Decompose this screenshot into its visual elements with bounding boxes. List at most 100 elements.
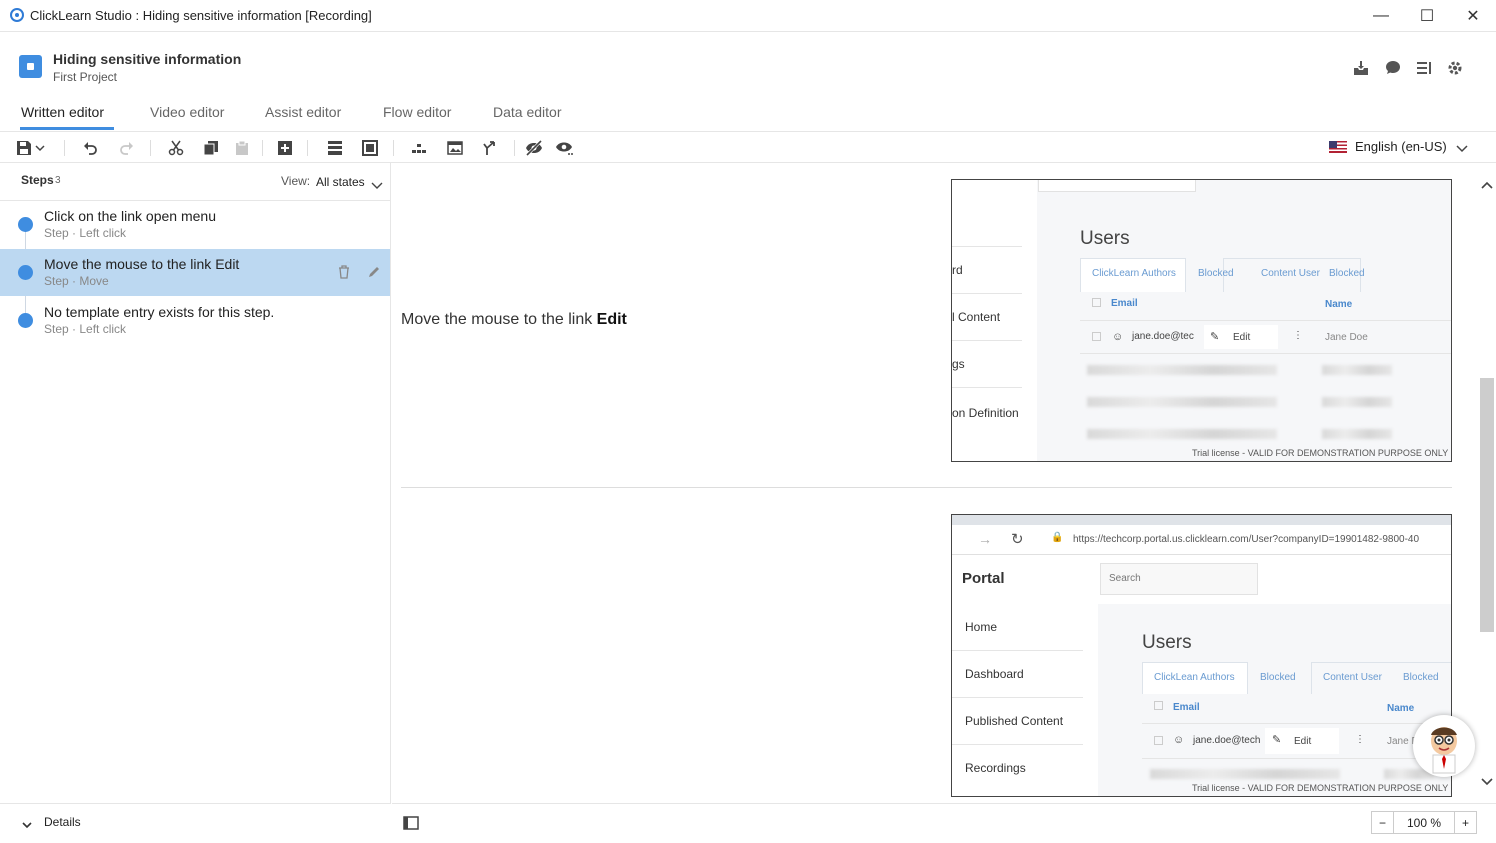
toolbar-separator (64, 140, 65, 156)
minimize-button[interactable]: — (1358, 0, 1404, 31)
language-label: English (en-US) (1355, 139, 1447, 154)
hierarchy-icon[interactable] (408, 137, 430, 159)
step-screenshot[interactable]: rd l Content gs on Definition Users Clic… (951, 179, 1452, 462)
tab-video-editor[interactable]: Video editor (150, 104, 224, 120)
gear-icon[interactable] (1445, 58, 1465, 78)
step-title: Move the mouse to the link Edit (44, 256, 240, 272)
blurred-row (1087, 365, 1277, 375)
panel-toggle-icon[interactable] (403, 816, 419, 833)
chevron-down-icon[interactable] (1455, 142, 1469, 157)
portal-brand: Portal (962, 570, 1005, 587)
instruction-bold-target: Edit (596, 311, 627, 328)
nav-item: rd (952, 263, 963, 277)
frame-icon[interactable] (359, 137, 381, 159)
undo-icon[interactable] (79, 137, 101, 159)
nav-item: l Content (952, 310, 1001, 324)
scroll-down-icon[interactable] (1480, 775, 1494, 790)
scrollbar-thumb[interactable] (1480, 378, 1494, 632)
edit-pencil-icon[interactable] (367, 265, 381, 282)
divider (952, 293, 1022, 294)
toolbar-separator (514, 140, 515, 156)
save-icon[interactable] (13, 137, 35, 159)
active-tab-indicator (20, 127, 114, 130)
close-button[interactable]: ✕ (1450, 0, 1496, 31)
step-subtitle: Step · Left click (44, 226, 127, 240)
tab-label: Blocked (1329, 268, 1365, 279)
nav-item: Dashboard (965, 667, 1024, 681)
us-flag-icon (1329, 140, 1347, 153)
screenshot-icon[interactable] (444, 137, 466, 159)
language-selector[interactable]: English (en-US) (1329, 139, 1447, 154)
zoom-out-button[interactable]: − (1372, 812, 1394, 833)
add-step-icon[interactable] (274, 137, 296, 159)
column-header-name: Name (1325, 299, 1353, 310)
divider (952, 387, 1022, 388)
step-title: No template entry exists for this step. (44, 304, 275, 320)
chat-icon[interactable] (1383, 58, 1403, 78)
divider (952, 246, 1022, 247)
hide-eye-icon[interactable] (523, 137, 545, 159)
tab-data-editor[interactable]: Data editor (493, 104, 561, 120)
delete-icon[interactable] (338, 265, 350, 282)
cut-icon[interactable] (165, 137, 187, 159)
zoom-in-button[interactable]: + (1454, 812, 1476, 833)
tab-written-editor[interactable]: Written editor (21, 104, 104, 120)
blurred-cell (1322, 429, 1392, 439)
divider (1142, 723, 1451, 724)
toolbar-separator (307, 140, 308, 156)
step-screenshot[interactable]: → ↻ 🔒 https://techcorp.portal.us.clickle… (951, 514, 1452, 797)
edit-link: Edit (1233, 332, 1251, 343)
list-icon[interactable] (1414, 58, 1434, 78)
step-layout-icon[interactable] (324, 137, 346, 159)
copy-icon[interactable] (200, 137, 222, 159)
title-bar: ClickLearn Studio : Hiding sensitive inf… (0, 0, 1496, 32)
step-divider (401, 487, 1452, 488)
search-placeholder: Search (1109, 573, 1141, 584)
screenshot-main (1037, 180, 1451, 461)
checkbox (1092, 298, 1101, 307)
zoom-value[interactable]: 100 % (1394, 816, 1454, 830)
blurred-cell (1322, 397, 1392, 407)
maximize-button[interactable]: ☐ (1404, 0, 1450, 31)
redo-icon[interactable] (116, 137, 138, 159)
step-item[interactable]: Move the mouse to the link Edit Step · M… (0, 249, 390, 296)
edit-pencil-icon: ✎ (1210, 331, 1220, 343)
chevron-down-icon[interactable] (22, 818, 32, 833)
inbox-download-icon[interactable] (1351, 58, 1371, 78)
tab-assist-editor[interactable]: Assist editor (265, 104, 341, 120)
step-item[interactable]: Click on the link open menu Step · Left … (0, 201, 390, 248)
divider (952, 650, 1083, 651)
scroll-up-icon[interactable] (1480, 178, 1494, 193)
steps-label: Steps (21, 173, 54, 187)
blurred-row (1087, 397, 1277, 407)
email-cell: jane.doe@tech (1193, 735, 1261, 746)
save-dropdown-icon[interactable] (33, 137, 47, 159)
tab-label: Content User (1261, 268, 1320, 279)
branch-icon[interactable] (480, 137, 502, 159)
window-title: ClickLearn Studio : Hiding sensitive inf… (30, 8, 372, 23)
divider (952, 744, 1083, 745)
step-instruction-text[interactable]: Move the mouse to the link Edit (401, 311, 627, 329)
assistant-mascot[interactable] (1413, 715, 1475, 777)
tab-label: Blocked (1403, 672, 1439, 683)
paste-icon[interactable] (231, 137, 253, 159)
preview-eye-icon[interactable] (554, 137, 576, 159)
step-dot-icon (18, 265, 33, 280)
column-header-name: Name (1387, 703, 1415, 714)
blurred-cell (1322, 365, 1392, 375)
reload-icon: ↻ (1011, 531, 1024, 548)
chevron-down-icon[interactable] (371, 178, 383, 193)
view-label: View: (281, 174, 311, 188)
view-filter-dropdown[interactable]: All states (316, 175, 365, 189)
tab-label: Blocked (1260, 672, 1296, 683)
tab-label: Blocked (1198, 268, 1234, 279)
tab-flow-editor[interactable]: Flow editor (383, 104, 451, 120)
step-item[interactable]: No template entry exists for this step. … (0, 297, 390, 344)
edit-pencil-icon: ✎ (1272, 734, 1282, 746)
nav-item: Recordings (965, 761, 1026, 775)
divider (952, 340, 1022, 341)
project-icon (19, 55, 42, 78)
trial-watermark: Trial license - VALID FOR DEMONSTRATION … (1192, 783, 1449, 793)
project-title: Hiding sensitive information (53, 51, 242, 67)
step-dot-icon (18, 313, 33, 328)
